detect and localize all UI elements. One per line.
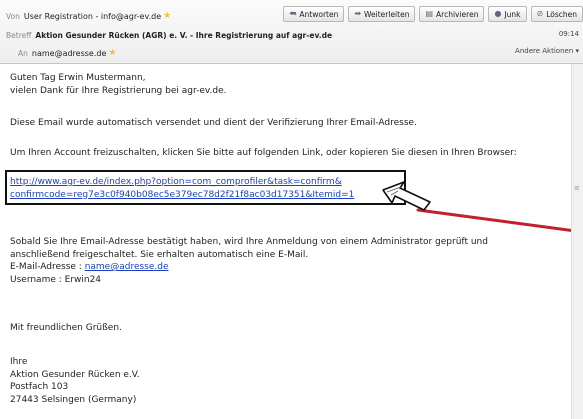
message-toolbar: ⮪ Antworten ➡ Weiterleiten ▤ Archivieren… [282, 6, 583, 22]
message-header: Von User Registration - info@agr-ev.de ★… [0, 0, 583, 64]
subject-text: Aktion Gesunder Rücken (AGR) e. V. - Ihr… [35, 30, 333, 40]
forward-label: Weiterleiten [364, 9, 410, 19]
to-label: An [18, 48, 28, 58]
signature-line-2: Aktion Gesunder Rücken e.V. [10, 369, 140, 380]
closing-line: Mit freundlichen Grüßen. [10, 323, 122, 333]
approval-line-1: Sobald Sie Ihre Email-Adresse bestätigt … [10, 237, 488, 247]
junk-label: Junk [504, 9, 521, 19]
reply-button[interactable]: ⮪ Antworten [282, 6, 345, 22]
delete-icon: ⊘ [536, 9, 544, 18]
archive-label: Archivieren [436, 9, 479, 19]
archive-icon: ▤ [425, 9, 434, 18]
email-line: E-Mail-Adresse : name@adresse.de [10, 261, 169, 274]
subject-row: Betreff Aktion Gesunder Rücken (AGR) e. … [6, 27, 506, 43]
delete-label: Löschen [546, 9, 577, 19]
star-icon[interactable]: ★ [163, 11, 171, 21]
confirm-link-part-2[interactable]: confirmcode=reg7e3c0f940b08ec5e379ec78d2… [10, 190, 354, 200]
to-row: An name@adresse.de ★ [18, 45, 318, 61]
signature-line-1: Ihre [10, 357, 28, 367]
signature-line-3: Postfach 103 [10, 382, 69, 392]
from-address[interactable]: User Registration - info@agr-ev.de [24, 12, 161, 21]
username-line: Username : Erwin24 [10, 274, 102, 285]
to-address[interactable]: name@adresse.de [32, 49, 107, 58]
mouse-pointer-icon [382, 181, 431, 211]
instruction-line: Um Ihren Account freizuschalten, klicken… [10, 148, 517, 158]
junk-icon: ● [494, 9, 502, 18]
confirm-link-part-1[interactable]: http://www.agr-ev.de/index.php?option=co… [10, 177, 342, 187]
scrollbar[interactable]: ≡ [571, 64, 583, 419]
scroll-grip-icon: ≡ [574, 184, 580, 192]
greeting: Guten Tag Erwin Mustermann, [10, 73, 146, 83]
forward-icon: ➡ [354, 9, 362, 18]
archive-button[interactable]: ▤ Archivieren [419, 6, 485, 22]
forward-button[interactable]: ➡ Weiterleiten [348, 6, 416, 22]
auto-info-line: Diese Email wurde automatisch versendet … [10, 118, 417, 128]
email-label: E-Mail-Adresse : [10, 262, 85, 272]
message-time: 09:14 [558, 30, 579, 38]
thanks-line: vielen Dank für Ihre Registrierung bei a… [10, 85, 227, 96]
reply-icon: ⮪ [288, 9, 297, 18]
star-icon[interactable]: ★ [108, 48, 116, 58]
delete-button[interactable]: ⊘ Löschen [530, 6, 583, 22]
signature-line-4: 27443 Selsingen (Germany) [10, 394, 137, 405]
junk-button[interactable]: ● Junk [488, 6, 527, 22]
confirm-link-line-1[interactable]: http://www.agr-ev.de/index.php?option=co… [10, 176, 342, 189]
email-link[interactable]: name@adresse.de [85, 262, 169, 272]
reply-label: Antworten [299, 9, 339, 19]
from-label: Von [6, 11, 20, 21]
confirm-link-line-2[interactable]: confirmcode=reg7e3c0f940b08ec5e379ec78d2… [10, 189, 354, 202]
subject-label: Betreff [6, 30, 32, 40]
from-row: Von User Registration - info@agr-ev.de ★ [6, 8, 306, 24]
more-actions-menu[interactable]: Andere Aktionen ▾ [515, 47, 579, 55]
approval-line-2: anschließend freigeschaltet. Sie erhalte… [10, 249, 309, 260]
